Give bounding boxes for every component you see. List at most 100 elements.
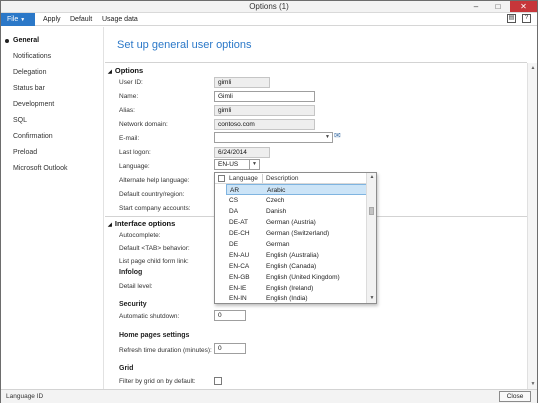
- col-description-header[interactable]: Description: [266, 175, 299, 182]
- page-title: Set up general user options: [117, 39, 252, 51]
- row-code: DA: [229, 208, 239, 215]
- row-desc: German (Switzerland): [266, 230, 330, 237]
- lookup-row[interactable]: EN-AU English (Australia): [226, 250, 367, 261]
- interface-section-header[interactable]: ◢ Interface options: [108, 219, 175, 228]
- last-logon-label: Last logon:: [119, 149, 151, 156]
- row-desc: English (Australia): [266, 252, 319, 259]
- lookup-row[interactable]: DE German: [226, 239, 367, 250]
- close-window-button[interactable]: ✕: [510, 1, 537, 12]
- auto-shutdown-label: Automatic shutdown:: [119, 313, 180, 320]
- email-picker-icon[interactable]: ✉: [334, 132, 344, 140]
- scroll-down-icon[interactable]: ▼: [528, 379, 538, 389]
- language-lookup-popup: Language Description AR Arabic CS Czech …: [214, 172, 377, 304]
- scroll-up-icon[interactable]: ▲: [367, 173, 377, 182]
- row-code: DE-AT: [229, 219, 249, 226]
- row-desc: English (Canada): [266, 263, 317, 270]
- collapse-icon: ◢: [108, 222, 112, 228]
- name-field[interactable]: Gimli: [214, 91, 315, 102]
- status-bar: Language ID Close: [1, 389, 537, 403]
- nav-item-notifications[interactable]: Notifications: [13, 53, 51, 60]
- lookup-scrollbar[interactable]: ▲ ▼: [366, 173, 376, 303]
- nav-item-development[interactable]: Development: [13, 101, 54, 108]
- minimize-button[interactable]: –: [465, 1, 487, 12]
- refresh-duration-label: Refresh time duration (minutes):: [119, 347, 212, 354]
- options-section-label: Options: [114, 66, 144, 75]
- nav-item-delegation[interactable]: Delegation: [13, 69, 46, 76]
- refresh-duration-field[interactable]: 0: [214, 343, 246, 354]
- select-all-checkbox[interactable]: [218, 175, 225, 182]
- alt-help-language-label: Alternate help language:: [119, 177, 190, 184]
- lookup-row[interactable]: CS Czech: [226, 195, 367, 206]
- interface-section-label: Interface options: [114, 219, 176, 228]
- nav-item-confirmation[interactable]: Confirmation: [13, 133, 53, 140]
- main-scrollbar[interactable]: ▲ ▼: [527, 63, 537, 389]
- scroll-up-icon[interactable]: ▲: [528, 63, 538, 73]
- row-desc: English (United Kingdom): [266, 274, 340, 281]
- options-section-header[interactable]: ◢ Options: [108, 66, 143, 75]
- lookup-row[interactable]: DE-AT German (Austria): [226, 217, 367, 228]
- lookup-row[interactable]: AR Arabic: [226, 184, 367, 195]
- nav-item-microsoft-outlook[interactable]: Microsoft Outlook: [13, 165, 67, 172]
- language-field[interactable]: EN-US: [214, 159, 250, 170]
- row-desc: Czech: [266, 197, 285, 204]
- infolog-header: Infolog: [119, 269, 143, 276]
- last-logon-field: 6/24/2014: [214, 147, 270, 158]
- row-desc: German: [266, 241, 290, 248]
- filter-by-grid-checkbox[interactable]: [214, 377, 222, 385]
- lookup-row[interactable]: DE-CH German (Switzerland): [226, 228, 367, 239]
- file-menu-button[interactable]: File ▼: [1, 13, 35, 26]
- email-field[interactable]: [214, 132, 324, 143]
- collapse-icon: ◢: [108, 69, 112, 75]
- lookup-row[interactable]: EN-CA English (Canada): [226, 261, 367, 272]
- start-company-label: Start company accounts:: [119, 205, 191, 212]
- list-page-link-label: List page child form link:: [119, 258, 189, 265]
- maximize-button[interactable]: □: [487, 1, 509, 12]
- column-divider: [262, 174, 263, 183]
- row-desc: German (Austria): [266, 219, 316, 226]
- file-label: File: [7, 16, 19, 23]
- window-title: Options (1): [249, 2, 289, 11]
- auto-shutdown-field[interactable]: 0: [214, 310, 246, 321]
- user-id-label: User ID:: [119, 79, 143, 86]
- default-button[interactable]: Default: [70, 13, 92, 26]
- action-pane: File ▼ Apply Default Usage data ▤ ?: [1, 13, 537, 26]
- email-dropdown-button[interactable]: ▼: [323, 132, 333, 143]
- row-code: EN-AU: [229, 252, 250, 259]
- default-country-label: Default country/region:: [119, 191, 185, 198]
- chevron-down-icon: ▼: [20, 17, 26, 23]
- nav-item-status-bar[interactable]: Status bar: [13, 85, 45, 92]
- row-code: CS: [229, 197, 239, 204]
- lookup-row[interactable]: DA Danish: [226, 206, 367, 217]
- row-code: DE: [229, 241, 239, 248]
- user-id-field: gimli: [214, 77, 270, 88]
- options-nav: General Notifications Delegation Status …: [1, 27, 104, 389]
- lookup-row[interactable]: EN-IE English (Ireland): [226, 283, 367, 294]
- apply-button[interactable]: Apply: [43, 13, 61, 26]
- scroll-down-icon[interactable]: ▼: [367, 294, 377, 303]
- help-icon[interactable]: ?: [522, 14, 531, 23]
- usage-data-button[interactable]: Usage data: [102, 13, 138, 26]
- nav-item-general[interactable]: General: [13, 37, 39, 44]
- alias-field: gimli: [214, 105, 315, 116]
- home-pages-header: Home pages settings: [119, 332, 190, 339]
- row-desc: English (India): [266, 295, 308, 302]
- scroll-thumb[interactable]: [369, 207, 374, 215]
- lookup-row[interactable]: EN-GB English (United Kingdom): [226, 272, 367, 283]
- security-header: Security: [119, 301, 147, 308]
- autocomplete-label: Autocomplete:: [119, 232, 161, 239]
- row-code: EN-IN: [229, 295, 247, 302]
- form-layout-icon[interactable]: ▤: [507, 14, 516, 23]
- close-button[interactable]: Close: [499, 391, 531, 402]
- filter-by-grid-label: Filter by grid on by default:: [119, 378, 196, 385]
- col-language-header[interactable]: Language: [229, 175, 258, 182]
- nav-item-preload[interactable]: Preload: [13, 149, 37, 156]
- row-code: EN-GB: [229, 274, 250, 281]
- title-bar: Options (1) – □ ✕: [1, 1, 537, 13]
- lookup-row[interactable]: EN-IN English (India): [226, 294, 367, 303]
- email-label: E-mail:: [119, 135, 140, 142]
- nav-item-sql[interactable]: SQL: [13, 117, 27, 124]
- language-dropdown-button[interactable]: ▼: [250, 159, 260, 170]
- lookup-header: Language Description: [215, 173, 367, 184]
- tab-behavior-label: Default <TAB> behavior:: [119, 245, 190, 252]
- name-label: Name:: [119, 93, 139, 100]
